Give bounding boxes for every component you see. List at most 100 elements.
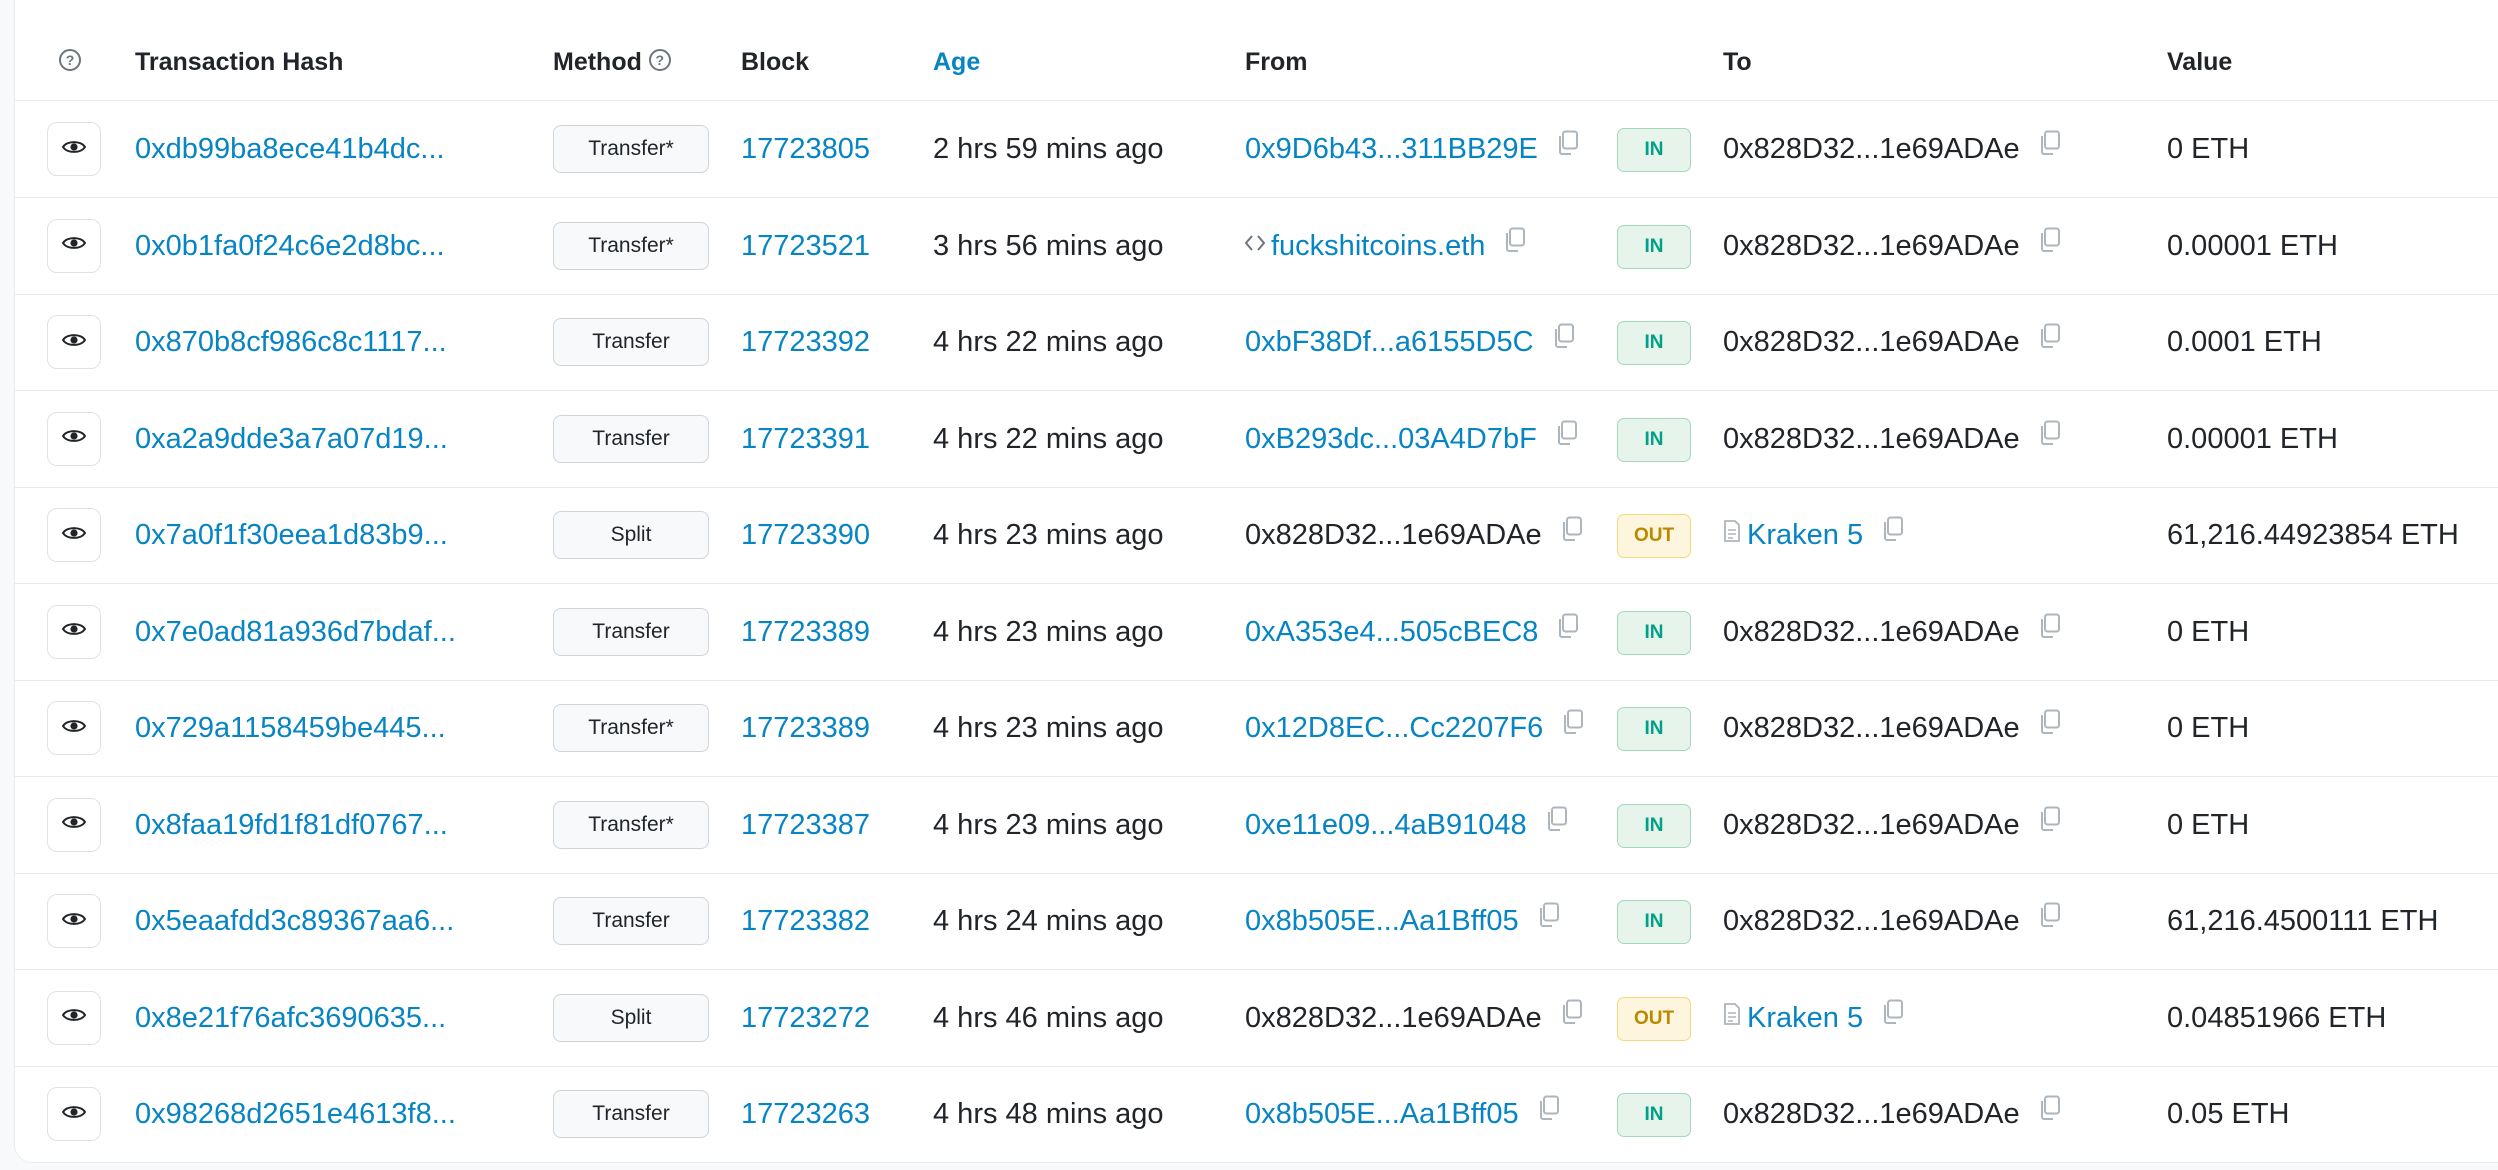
preview-eye-button[interactable] — [47, 315, 101, 369]
method-badge: Transfer — [553, 1090, 709, 1138]
transaction-hash-link[interactable]: 0xdb99ba8ece41b4dc... — [135, 101, 445, 197]
eye-icon — [61, 1007, 87, 1028]
preview-eye-button[interactable] — [47, 122, 101, 176]
block-link[interactable]: 17723389 — [741, 584, 870, 680]
copy-icon[interactable] — [1545, 775, 1569, 871]
transaction-hash-link[interactable]: 0x0b1fa0f24c6e2d8bc... — [135, 198, 445, 294]
preview-eye-button[interactable] — [47, 1087, 101, 1141]
copy-icon[interactable] — [1503, 196, 1527, 292]
to-address: 0x828D32...1e69ADAe — [1723, 905, 2020, 937]
header-age-toggle[interactable]: Age — [933, 0, 980, 100]
from-address: 0x828D32...1e69ADAe — [1245, 1001, 1542, 1034]
block-link[interactable]: 17723263 — [741, 1066, 870, 1162]
copy-icon[interactable] — [2038, 678, 2062, 774]
header-method-label: Method — [553, 48, 642, 76]
direction-badge: OUT — [1617, 996, 1691, 1041]
from-cell: 0x8b505E...Aa1Bff05 — [1245, 1066, 1561, 1162]
contract-icon — [1723, 968, 1741, 1064]
copy-icon[interactable] — [1561, 678, 1585, 774]
table-row: 0x7e0ad81a936d7bdaf... Transfer 17723389 4 … — [15, 584, 2498, 681]
preview-eye-button[interactable] — [47, 411, 101, 466]
from-cell: 0xe11e09...4aB91048 — [1245, 777, 1569, 873]
block-link[interactable]: 17723521 — [741, 198, 870, 294]
copy-icon[interactable] — [1555, 389, 1579, 485]
copy-icon[interactable] — [1560, 968, 1584, 1064]
copy-icon[interactable] — [2038, 196, 2062, 292]
transaction-hash-link[interactable]: 0x98268d2651e4613f8... — [135, 1066, 456, 1162]
block-link[interactable]: 17723805 — [741, 101, 870, 197]
from-address-link[interactable]: 0x8b505E...Aa1Bff05 — [1245, 1098, 1519, 1130]
block-link[interactable]: 17723392 — [741, 294, 870, 390]
age-text: 4 hrs 24 mins ago — [933, 905, 1164, 937]
copy-icon[interactable] — [2038, 389, 2062, 485]
question-circle-icon[interactable]: ? — [59, 49, 81, 72]
preview-eye-button[interactable] — [47, 990, 101, 1045]
block-link[interactable]: 17723382 — [741, 873, 870, 969]
block-link[interactable]: 17723391 — [741, 391, 870, 487]
preview-eye-button[interactable] — [47, 508, 101, 562]
to-cell: 0x828D32...1e69ADAe — [1723, 101, 2062, 197]
to-address-link[interactable]: Kraken 5 — [1747, 1002, 1863, 1034]
header-block: Block — [741, 48, 810, 76]
to-cell: 0x828D32...1e69ADAe — [1723, 294, 2062, 390]
age-text: 4 hrs 48 mins ago — [933, 1098, 1164, 1130]
to-cell: Kraken 5 — [1723, 487, 1905, 583]
preview-eye-button[interactable] — [47, 894, 101, 948]
method-badge: Transfer* — [553, 221, 709, 270]
transaction-hash-link[interactable]: 0x8e21f76afc3690635... — [135, 970, 446, 1066]
block-link[interactable]: 17723389 — [741, 680, 870, 776]
from-address-link[interactable]: 0xA353e4...505cBEC8 — [1245, 616, 1538, 648]
age-text: 2 hrs 59 mins ago — [933, 133, 1164, 165]
preview-eye-button[interactable] — [47, 218, 101, 273]
from-address-link[interactable]: 0xe11e09...4aB91048 — [1245, 809, 1527, 841]
transaction-hash-link[interactable]: 0x870b8cf986c8c1117... — [135, 294, 447, 390]
preview-eye-button[interactable] — [47, 701, 101, 755]
eye-icon — [61, 911, 87, 932]
from-address-link[interactable]: 0x12D8EC...Cc2207F6 — [1245, 712, 1543, 744]
copy-icon[interactable] — [2038, 582, 2062, 678]
copy-icon[interactable] — [1537, 1064, 1561, 1160]
transaction-hash-link[interactable]: 0x7e0ad81a936d7bdaf... — [135, 584, 456, 680]
from-address-link[interactable]: 0x8b505E...Aa1Bff05 — [1245, 905, 1519, 937]
copy-icon[interactable] — [1552, 292, 1576, 388]
direction-badge: OUT — [1617, 514, 1691, 558]
transaction-hash-link[interactable]: 0xa2a9dde3a7a07d19... — [135, 391, 448, 487]
copy-icon[interactable] — [1560, 485, 1584, 581]
transaction-hash-link[interactable]: 0x729a1158459be445... — [135, 680, 446, 776]
from-ens-link[interactable]: fuckshitcoins.eth — [1271, 230, 1485, 262]
to-address-link[interactable]: Kraken 5 — [1747, 519, 1863, 551]
copy-icon[interactable] — [2038, 292, 2062, 388]
to-address: 0x828D32...1e69ADAe — [1723, 615, 2020, 648]
copy-icon[interactable] — [2038, 99, 2062, 195]
to-cell: Kraken 5 — [1723, 970, 1905, 1066]
from-address-link[interactable]: 0xbF38Df...a6155D5C — [1245, 326, 1534, 358]
header-help-icon[interactable]: ? — [59, 0, 81, 100]
direction-badge: IN — [1617, 610, 1691, 655]
copy-icon[interactable] — [1537, 871, 1561, 967]
from-cell: 0x828D32...1e69ADAe — [1245, 487, 1584, 583]
from-address-link[interactable]: 0x9D6b43...311BB29E — [1245, 133, 1538, 165]
block-link[interactable]: 17723387 — [741, 777, 870, 873]
direction-badge: IN — [1617, 707, 1691, 751]
from-address-link[interactable]: 0xB293dc...03A4D7bF — [1245, 423, 1537, 455]
transaction-hash-link[interactable]: 0x5eaafdd3c89367aa6... — [135, 873, 454, 969]
direction-badge: IN — [1617, 1093, 1691, 1137]
block-link[interactable]: 17723272 — [741, 970, 870, 1066]
copy-icon[interactable] — [1556, 99, 1580, 195]
to-address: 0x828D32...1e69ADAe — [1723, 1098, 2020, 1130]
direction-badge: IN — [1617, 321, 1691, 365]
preview-eye-button[interactable] — [47, 797, 101, 852]
direction-badge: IN — [1617, 900, 1691, 944]
transaction-hash-link[interactable]: 0x8faa19fd1f81df0767... — [135, 777, 448, 873]
copy-icon[interactable] — [2038, 775, 2062, 871]
copy-icon[interactable] — [1556, 582, 1580, 678]
method-help-icon[interactable]: ? — [648, 49, 671, 72]
preview-eye-button[interactable] — [47, 604, 101, 659]
copy-icon[interactable] — [2038, 1064, 2062, 1160]
transaction-hash-link[interactable]: 0x7a0f1f30eea1d83b9... — [135, 487, 448, 583]
copy-icon[interactable] — [1881, 485, 1905, 581]
copy-icon[interactable] — [2038, 871, 2062, 967]
header-to: To — [1723, 48, 1752, 76]
copy-icon[interactable] — [1881, 968, 1905, 1064]
block-link[interactable]: 17723390 — [741, 487, 870, 583]
